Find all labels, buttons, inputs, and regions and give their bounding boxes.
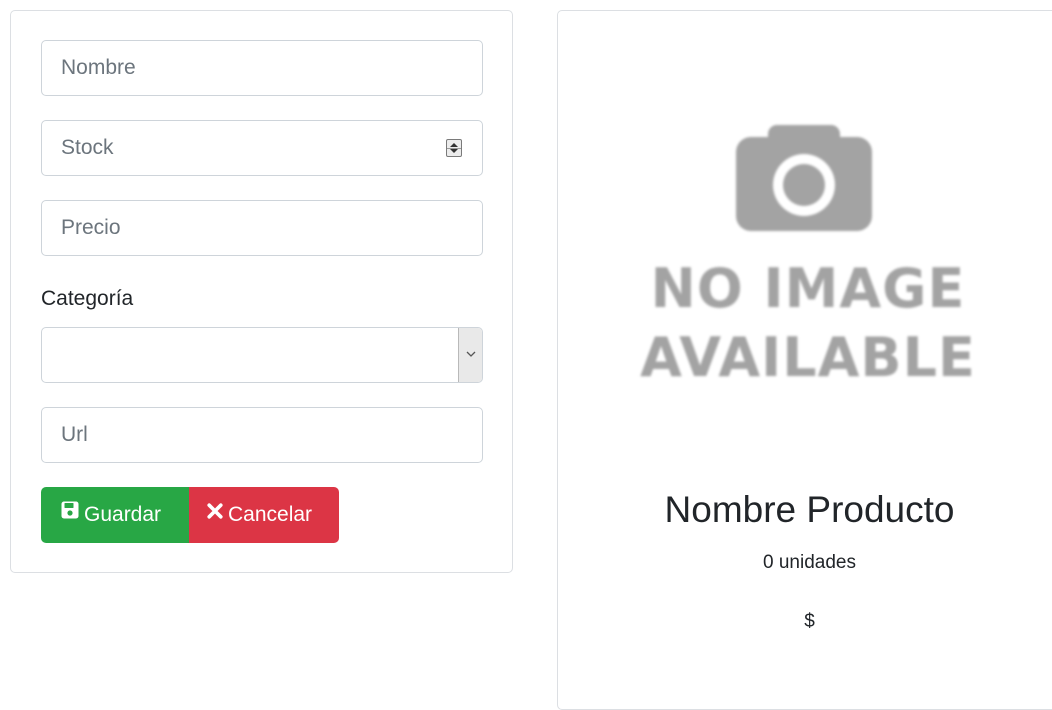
save-button[interactable]: Guardar xyxy=(41,487,189,543)
no-image-placeholder: NO IMAGE AVAILABLE xyxy=(618,121,998,385)
nombre-placeholder: Nombre xyxy=(61,56,136,79)
stock-input[interactable]: Stock xyxy=(41,120,483,176)
url-input[interactable]: Url xyxy=(41,407,483,463)
no-image-text-line2: AVAILABLE xyxy=(640,326,976,389)
cancel-button[interactable]: Cancelar xyxy=(189,487,339,543)
select-dropdown-button[interactable] xyxy=(458,328,482,382)
stock-spinner[interactable] xyxy=(446,139,462,157)
categoria-label: Categoría xyxy=(41,287,134,310)
url-placeholder: Url xyxy=(61,423,88,446)
cancel-button-label: Cancelar xyxy=(228,503,313,526)
precio-placeholder: Precio xyxy=(61,216,121,239)
stock-placeholder: Stock xyxy=(61,136,114,159)
camera-icon xyxy=(736,125,872,231)
product-units: 0 unidades xyxy=(763,552,856,573)
product-preview-card: NO IMAGE AVAILABLE Nombre Producto 0 uni… xyxy=(557,10,1052,710)
spinner-down-icon[interactable] xyxy=(450,149,458,153)
product-form-card: Nombre Stock Precio Categoría Url Guarda… xyxy=(10,10,513,573)
spinner-up-icon[interactable] xyxy=(450,143,458,147)
chevron-down-icon xyxy=(466,351,476,357)
save-button-label: Guardar xyxy=(84,503,162,526)
product-name: Nombre Producto xyxy=(664,489,955,530)
floppy-disk-icon xyxy=(61,485,79,541)
precio-input[interactable]: Precio xyxy=(41,200,483,256)
product-price: $ xyxy=(804,611,815,632)
nombre-input[interactable]: Nombre xyxy=(41,40,483,96)
categoria-select[interactable] xyxy=(41,327,483,383)
times-icon xyxy=(207,485,223,541)
no-image-text-line1: NO IMAGE xyxy=(650,257,966,320)
